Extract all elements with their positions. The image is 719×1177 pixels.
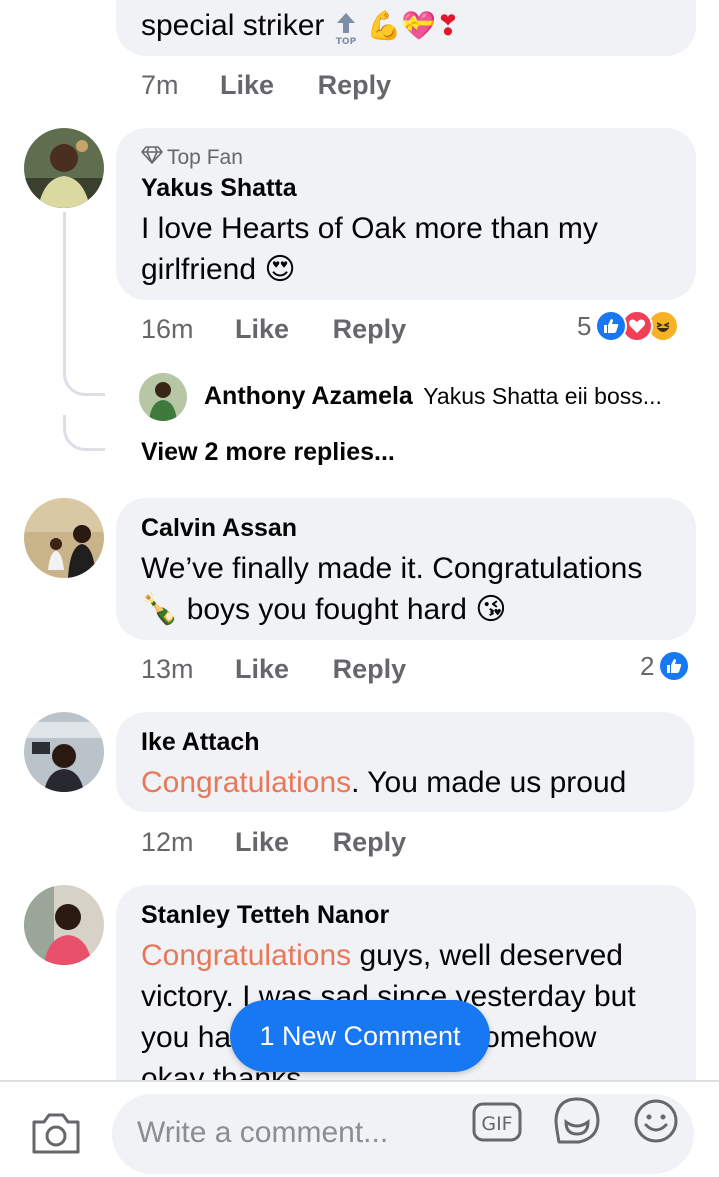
- comment-time: 7m: [141, 70, 179, 100]
- gif-icon[interactable]: GIF: [472, 1100, 522, 1149]
- heart-ribbon-emoji: 💝: [401, 10, 437, 41]
- comment-input[interactable]: Write a comment...: [112, 1094, 694, 1174]
- avatar[interactable]: [24, 128, 104, 208]
- thread-connector: [63, 360, 105, 396]
- emoji-row: TOP 💪💝❣: [333, 10, 460, 47]
- view-more-replies-link[interactable]: View 2 more replies...: [141, 438, 395, 467]
- highlighted-word[interactable]: Congratulations: [141, 939, 351, 972]
- camera-icon[interactable]: [30, 1110, 82, 1161]
- top-fan-badge: Top Fan: [141, 146, 243, 170]
- reply-button[interactable]: Reply: [333, 314, 407, 344]
- comment-text: I love Hearts of Oak more than my girlfr…: [141, 212, 598, 286]
- comment-meta: 13m Like Reply: [141, 654, 406, 685]
- highlighted-word[interactable]: Congratulations: [141, 766, 351, 799]
- comment-text: special striker TOP 💪💝❣: [141, 9, 460, 47]
- gif-label: GIF: [481, 1113, 512, 1135]
- reply-button[interactable]: Reply: [318, 70, 392, 100]
- avatar[interactable]: [24, 498, 104, 578]
- reply-preview[interactable]: Anthony Azamela Yakus Shatta eii boss...: [204, 382, 662, 411]
- comment-meta: 7m Like Reply: [141, 70, 391, 101]
- comment-time: 12m: [141, 827, 194, 857]
- new-comment-pill[interactable]: 1 New Comment: [230, 1000, 490, 1072]
- svg-text:TOP: TOP: [336, 37, 357, 45]
- thread-connector: [63, 415, 105, 451]
- flexed-biceps-emoji: 💪: [366, 10, 402, 41]
- comment-author[interactable]: Stanley Tetteh Nanor: [141, 901, 389, 930]
- comment-text: We’ve finally made it. Congratulations 🍾…: [141, 552, 643, 626]
- diamond-icon: [141, 146, 163, 170]
- top-arrow-icon: TOP: [333, 11, 359, 47]
- reaction-summary[interactable]: 2: [640, 650, 691, 682]
- comment-time: 13m: [141, 654, 194, 684]
- reply-text: Yakus Shatta eii boss...: [423, 383, 662, 409]
- like-reaction-icon: [658, 650, 691, 682]
- comment-meta: 12m Like Reply: [141, 827, 406, 858]
- emoji-icon[interactable]: [633, 1098, 679, 1149]
- comment-input-placeholder: Write a comment...: [137, 1116, 389, 1149]
- comment-author[interactable]: Yakus Shatta: [141, 174, 297, 203]
- avatar[interactable]: [24, 885, 104, 965]
- reaction-count: 2: [640, 650, 655, 681]
- comment-author[interactable]: Ike Attach: [141, 728, 260, 757]
- sticker-icon[interactable]: [553, 1096, 601, 1151]
- comment-author[interactable]: Calvin Assan: [141, 514, 297, 543]
- reply-avatar[interactable]: [139, 373, 187, 421]
- like-button[interactable]: Like: [220, 70, 274, 100]
- like-reaction-icon: [595, 310, 628, 342]
- reply-author[interactable]: Anthony Azamela: [204, 382, 413, 410]
- like-button[interactable]: Like: [235, 827, 289, 857]
- reaction-summary[interactable]: 5: [577, 310, 680, 342]
- avatar[interactable]: [24, 712, 104, 792]
- like-button[interactable]: Like: [235, 314, 289, 344]
- reply-button[interactable]: Reply: [333, 827, 407, 857]
- heart-exclamation-emoji: ❣: [436, 10, 460, 41]
- reaction-count: 5: [577, 310, 592, 341]
- thread-line: [63, 212, 66, 372]
- comment-time: 16m: [141, 314, 194, 344]
- comment-meta: 16m Like Reply: [141, 314, 406, 345]
- reply-button[interactable]: Reply: [333, 654, 407, 684]
- like-button[interactable]: Like: [235, 654, 289, 684]
- comment-text: Congratulations. You made us proud: [141, 766, 627, 799]
- comment-composer: Write a comment... GIF: [0, 1080, 719, 1177]
